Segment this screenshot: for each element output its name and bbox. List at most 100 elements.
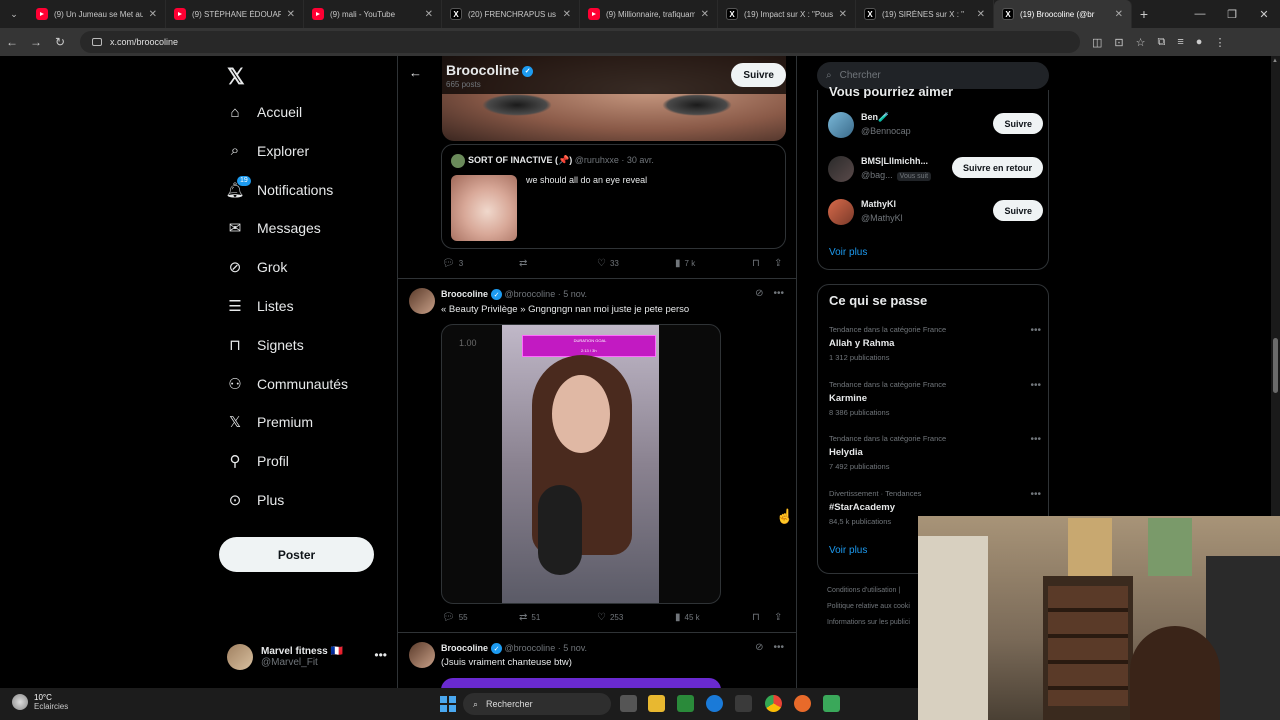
privacy-link[interactable]: Politique relative aux cooki	[827, 599, 927, 615]
close-tab-icon[interactable]: ✕	[563, 9, 571, 20]
terms-link[interactable]: Conditions d'utilisation |	[827, 583, 927, 599]
close-tab-icon[interactable]: ✕	[425, 9, 433, 20]
site-info-icon[interactable]	[92, 38, 102, 46]
minimize-button[interactable]: —	[1184, 8, 1216, 20]
nav-item-communautés[interactable]: ⚇ Communautés	[227, 376, 348, 393]
taskbar-search[interactable]: ⌕ Rechercher	[463, 693, 611, 715]
nav-item-grok[interactable]: ⊘ Grok	[227, 259, 288, 276]
more-dots-icon[interactable]: •••	[773, 642, 784, 653]
trend-item[interactable]: Tendance dans la catégorie France Karmine…	[829, 380, 1041, 417]
reading-list-icon[interactable]: ≡	[1177, 36, 1183, 49]
views-button[interactable]: ▮ 45 k	[675, 612, 700, 623]
account-switcher[interactable]: Marvel fitness 🇫🇷 @Marvel_Fit •••	[227, 642, 387, 672]
menu-icon[interactable]: ⋮	[1214, 36, 1225, 49]
tweet-media[interactable]	[441, 678, 721, 688]
show-more-link[interactable]: Voir plus	[829, 247, 867, 258]
edge-icon[interactable]	[706, 695, 723, 712]
close-tab-icon[interactable]: ✕	[701, 9, 709, 20]
nvidia-icon[interactable]	[677, 695, 694, 712]
grok-icon[interactable]: ⊘	[755, 288, 763, 299]
windows-start-icon[interactable]	[440, 696, 456, 712]
address-bar[interactable]: x.com/broocoline	[80, 31, 1080, 53]
reply-button[interactable]: 💬︎ 3	[442, 258, 463, 269]
follow-back-button[interactable]: Suivre en retour	[951, 157, 1043, 178]
quoted-tweet[interactable]: SORT OF INACTIVE (📌) @ruruhxxe · 30 avr.…	[441, 144, 786, 249]
chrome-icon[interactable]	[765, 695, 782, 712]
profile-icon[interactable]: ●	[1196, 36, 1203, 49]
forward-icon[interactable]: →	[24, 35, 48, 49]
nav-item-accueil[interactable]: ⌂ Accueil	[227, 104, 302, 121]
file-explorer-icon[interactable]	[648, 695, 665, 712]
more-dots-icon[interactable]: •••	[773, 288, 784, 299]
x-logo-icon[interactable]: 𝕏	[227, 64, 245, 90]
browser-tab[interactable]: (9) Millionnaire, trafiquam ✕	[580, 0, 718, 28]
close-window-button[interactable]: ✕	[1248, 8, 1280, 21]
firefox-icon[interactable]	[794, 695, 811, 712]
nav-item-signets[interactable]: ⊓ Signets	[227, 337, 304, 354]
restore-button[interactable]: ❐	[1216, 8, 1248, 21]
browser-tab[interactable]: (9) Un Jumeau se Met au ✕	[28, 0, 166, 28]
share-button[interactable]: ⇪	[774, 612, 782, 623]
nav-item-listes[interactable]: ☰ Listes	[227, 298, 293, 315]
follow-button[interactable]: Suivre	[993, 200, 1043, 221]
back-arrow-icon[interactable]: ←	[409, 65, 422, 80]
bookmark-button[interactable]: ⊓	[752, 612, 760, 623]
post-button[interactable]: Poster	[219, 537, 374, 572]
follow-button[interactable]: Suivre	[993, 113, 1043, 134]
more-dots-icon[interactable]: •••	[1030, 434, 1041, 445]
suggested-user[interactable]: BMS|Lllmichh... @bag... Vous suit Suivre …	[828, 154, 1043, 186]
scroll-up-icon[interactable]: ▲	[1272, 58, 1278, 64]
follow-button[interactable]: Suivre	[731, 63, 786, 87]
more-dots-icon[interactable]: •••	[1030, 325, 1041, 336]
tab-search-dropdown[interactable]: ⌄	[0, 9, 28, 20]
store-icon[interactable]	[735, 695, 752, 712]
show-more-link[interactable]: Voir plus	[829, 545, 867, 556]
nav-item-plus[interactable]: ⊙ Plus	[227, 492, 285, 509]
nav-item-profil[interactable]: ⚲ Profil	[227, 453, 289, 470]
app-icon[interactable]	[823, 695, 840, 712]
grok-icon[interactable]: ⊘	[755, 642, 763, 653]
trend-item[interactable]: Tendance dans la catégorie France Helydia…	[829, 434, 1041, 471]
trend-item[interactable]: Tendance dans la catégorie France Allah y…	[829, 325, 1041, 362]
reload-icon[interactable]: ↻	[48, 35, 72, 49]
new-tab-button[interactable]: +	[1132, 6, 1156, 22]
nav-item-messages[interactable]: ✉ Messages	[227, 220, 321, 237]
views-button[interactable]: ▮ 7 k	[675, 258, 695, 269]
more-dots-icon[interactable]: •••	[374, 648, 387, 662]
nav-item-explorer[interactable]: ⌕ Explorer	[227, 142, 309, 159]
retweet-button[interactable]: ⇄ 51	[519, 612, 540, 623]
browser-tab[interactable]: X (19) Broocoline (@br ✕	[994, 0, 1132, 28]
install-icon[interactable]: ⊡	[1114, 36, 1123, 49]
cast-icon[interactable]: ◫	[1092, 36, 1102, 49]
suggested-user[interactable]: MathyKl @MathyKl Suivre	[828, 197, 1043, 229]
suggested-user[interactable]: Ben🧪 @Bennocap Suivre	[828, 110, 1043, 142]
reply-button[interactable]: 💬︎ 55	[442, 612, 468, 623]
task-view-icon[interactable]	[620, 695, 637, 712]
close-tab-icon[interactable]: ✕	[839, 9, 847, 20]
nav-item-premium[interactable]: 𝕏 Premium	[227, 414, 313, 431]
scroll-thumb[interactable]	[1273, 338, 1278, 393]
close-tab-icon[interactable]: ✕	[287, 9, 295, 20]
retweet-button[interactable]: ⇄	[519, 258, 527, 269]
close-tab-icon[interactable]: ✕	[149, 9, 157, 20]
more-dots-icon[interactable]: •••	[1030, 489, 1041, 500]
browser-tab[interactable]: X (19) Impact sur X : "Pous ✕	[718, 0, 856, 28]
browser-tab[interactable]: (9) mali - YouTube ✕	[304, 0, 442, 28]
close-tab-icon[interactable]: ✕	[977, 9, 985, 20]
browser-tab[interactable]: X (19) SIRÈNES sur X : " ✕	[856, 0, 994, 28]
share-button[interactable]: ⇪	[774, 258, 782, 269]
bookmark-button[interactable]: ⊓	[752, 258, 760, 269]
like-button[interactable]: ♡ 33	[597, 258, 619, 269]
quoted-image[interactable]	[451, 175, 517, 241]
browser-tab[interactable]: X (20) FRENCHRAPUS us su ✕	[442, 0, 580, 28]
ads-info-link[interactable]: Informations sur les publici	[827, 615, 927, 631]
extensions-icon[interactable]: ⧉	[1158, 36, 1166, 49]
avatar[interactable]	[409, 642, 435, 668]
star-icon[interactable]: ☆	[1136, 36, 1146, 49]
more-dots-icon[interactable]: •••	[1030, 380, 1041, 391]
nav-item-notifications[interactable]: 🔔︎ 19 Notifications	[225, 175, 333, 199]
avatar[interactable]	[409, 288, 435, 314]
browser-tab[interactable]: (9) STÉPHANE ÉDOUARD ✕	[166, 0, 304, 28]
weather-widget[interactable]: 10°C Eclaircies	[12, 693, 68, 711]
back-icon[interactable]: ←	[0, 35, 24, 49]
